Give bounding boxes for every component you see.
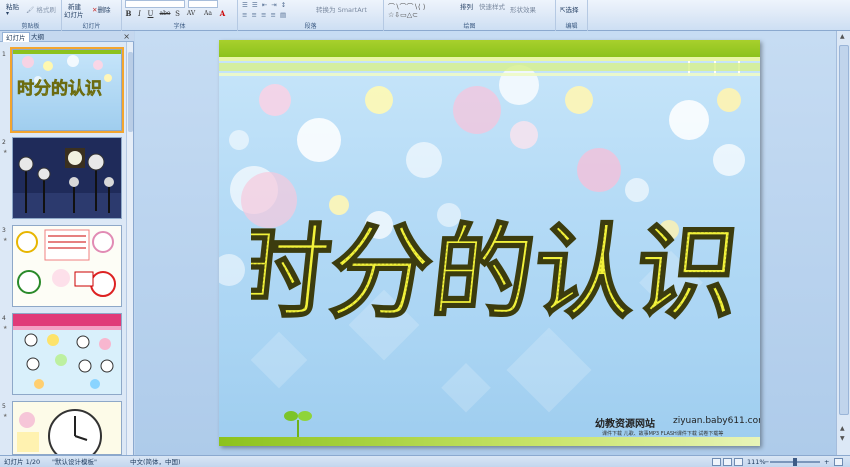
slides-panel: 幻灯片 大纲 × 1 时分的认识 2 ★ 3 ★ 4 ★ 5 ★ xyxy=(0,31,134,455)
slide-position: 幻灯片 1/20 xyxy=(4,458,41,466)
paste-dropdown-icon[interactable]: ▾ xyxy=(6,10,9,17)
thumb-number: 4 xyxy=(2,315,6,322)
slide-bottom-bar xyxy=(219,437,760,446)
animation-star-icon: ★ xyxy=(3,413,8,419)
slide-thumbnail-4-image xyxy=(13,314,121,394)
panel-scrollbar[interactable] xyxy=(126,42,133,455)
animation-star-icon: ★ xyxy=(3,325,8,331)
panel-scrollbar-thumb[interactable] xyxy=(128,52,133,132)
thumb-title: 时分的认识 xyxy=(17,79,103,100)
strikethrough-button[interactable]: abe xyxy=(159,10,171,18)
main-scrollbar-thumb[interactable] xyxy=(839,45,849,415)
editing-group-label: 编辑 xyxy=(565,23,578,30)
drawing-group-label: 绘图 xyxy=(463,23,476,30)
shapes-gallery-row2-icon[interactable]: ☆⇩▭△⊂ xyxy=(388,11,418,19)
slide-title-wordart[interactable]: 时分的认识 xyxy=(251,150,741,340)
paragraph-group-label: 段落 xyxy=(304,23,317,30)
language-indicator[interactable]: 中文(简体，中国) xyxy=(130,457,181,467)
zoom-level[interactable]: 111% xyxy=(747,457,766,467)
thumb-number: 3 xyxy=(2,227,6,234)
slide-sorter-icon[interactable] xyxy=(723,458,732,466)
editing-group: ⇱选择 编辑 xyxy=(556,0,588,31)
slide-stripe xyxy=(219,57,760,61)
animation-star-icon: ★ xyxy=(3,149,8,155)
font-size-dropdown[interactable] xyxy=(188,0,218,8)
close-icon[interactable]: × xyxy=(123,31,130,42)
slide-thumbnail-3[interactable] xyxy=(12,225,122,307)
fit-window-icon[interactable] xyxy=(834,458,843,466)
tab-outline[interactable]: 大纲 xyxy=(28,32,47,42)
site-url: ziyuan.baby611.com xyxy=(673,416,760,426)
shape-effects-button[interactable]: 形状效果 xyxy=(510,4,536,14)
thumb-number: 1 xyxy=(2,51,6,58)
bold-button[interactable]: B xyxy=(125,10,132,18)
zoom-in-icon[interactable]: + xyxy=(824,457,829,467)
slide-stripe xyxy=(219,63,760,71)
change-case-button[interactable]: Aa xyxy=(202,10,214,18)
font-group: B I U abe S AV Aa A 字体 xyxy=(122,0,238,31)
site-tagline: 课件下载 儿歌、故事MP3 FLASH课件下载 试卷下载等 xyxy=(602,431,724,437)
drawing-group: ⌒∖⌒⌒∖⟨ ⟩ ☆⇩▭△⊂ 排列 快速样式 形状效果 绘图 xyxy=(384,0,556,31)
slide-stripe xyxy=(219,73,760,76)
quick-styles-button[interactable]: 快速样式 xyxy=(479,1,505,11)
prev-slide-icon[interactable]: ▲ xyxy=(840,425,845,432)
smartart-button[interactable]: 转换为 SmartArt xyxy=(316,4,367,14)
clipboard-group: 粘贴 ▾ 🖌 格式刷 剪贴板 xyxy=(0,0,62,31)
slide-thumbnail-4[interactable] xyxy=(12,313,122,395)
slide-thumbnail-5[interactable] xyxy=(12,401,122,455)
main-vertical-scrollbar[interactable]: ▲ ▲ ▼ xyxy=(836,31,850,455)
zoom-out-icon[interactable]: − xyxy=(764,457,769,467)
thumb-number: 5 xyxy=(2,403,6,410)
italic-button[interactable]: I xyxy=(136,10,143,18)
normal-view-icon[interactable] xyxy=(712,458,721,466)
thumb-number: 2 xyxy=(2,139,6,146)
paragraph-group: ☰ ☰ ⇤ ⇥ ↕ ≡ ≡ ≡ ≡ ▤ 转换为 SmartArt 段落 xyxy=(238,0,384,31)
arrange-button[interactable]: 排列 xyxy=(460,1,473,11)
slide-title-text: 时分的认识 xyxy=(251,214,741,333)
clipboard-group-label: 剪贴板 xyxy=(21,23,40,30)
tab-slides[interactable]: 幻灯片 xyxy=(2,32,30,42)
slide-thumbnail-3-image xyxy=(13,226,121,306)
zoom-slider-knob[interactable] xyxy=(793,458,797,466)
slide-thumbnail-2-image xyxy=(13,138,121,218)
shadow-button[interactable]: S xyxy=(174,10,181,18)
status-bar: 幻灯片 1/20 "默认设计模板" 中文(简体，中国) 111% − + xyxy=(0,455,850,467)
font-group-label: 字体 xyxy=(173,23,186,30)
current-slide[interactable]: 时分的认识 幼教资源网站 ziyuan.baby611.com 课件下载 儿歌、… xyxy=(219,40,760,446)
bullet-buttons[interactable]: ☰ ☰ ⇤ ⇥ ↕ xyxy=(242,1,287,9)
ribbon: 粘贴 ▾ 🖌 格式刷 剪贴板 新建 幻灯片 ✕删除 幻灯片 B I U abe … xyxy=(0,0,850,31)
char-spacing-button[interactable]: AV xyxy=(185,10,197,18)
site-name-cn: 幼教资源网站 xyxy=(595,419,655,430)
font-name-dropdown[interactable] xyxy=(125,0,185,8)
slide-top-bar xyxy=(219,40,760,57)
delete-label: 删除 xyxy=(97,6,111,14)
underline-button[interactable]: U xyxy=(147,10,154,18)
format-painter-label: 格式刷 xyxy=(36,6,56,14)
slideshow-icon[interactable] xyxy=(734,458,743,466)
font-color-button[interactable]: A xyxy=(219,10,226,18)
slide-thumbnail-2[interactable] xyxy=(12,137,122,219)
format-painter-button[interactable]: 🖌 格式刷 xyxy=(26,4,56,14)
slide-thumbnail-1[interactable]: 时分的认识 xyxy=(10,47,124,133)
theme-name: "默认设计模板" xyxy=(52,458,97,466)
scroll-up-icon[interactable]: ▲ xyxy=(840,33,845,40)
select-button[interactable]: ⇱选择 xyxy=(560,4,578,14)
slides-group: 新建 幻灯片 ✕删除 幻灯片 xyxy=(62,0,122,31)
panel-tabs: 幻灯片 大纲 × xyxy=(0,31,134,42)
delete-slide-button[interactable]: ✕删除 xyxy=(92,4,110,14)
slide-thumbnail-5-image xyxy=(13,402,121,454)
animation-star-icon: ★ xyxy=(3,237,8,243)
slides-group-label: 幻灯片 xyxy=(82,23,101,30)
select-label: 选择 xyxy=(565,6,579,14)
next-slide-icon[interactable]: ▼ xyxy=(840,435,845,442)
new-slide-label[interactable]: 幻灯片 xyxy=(64,9,84,19)
align-buttons[interactable]: ≡ ≡ ≡ ≡ ▤ xyxy=(242,11,287,19)
